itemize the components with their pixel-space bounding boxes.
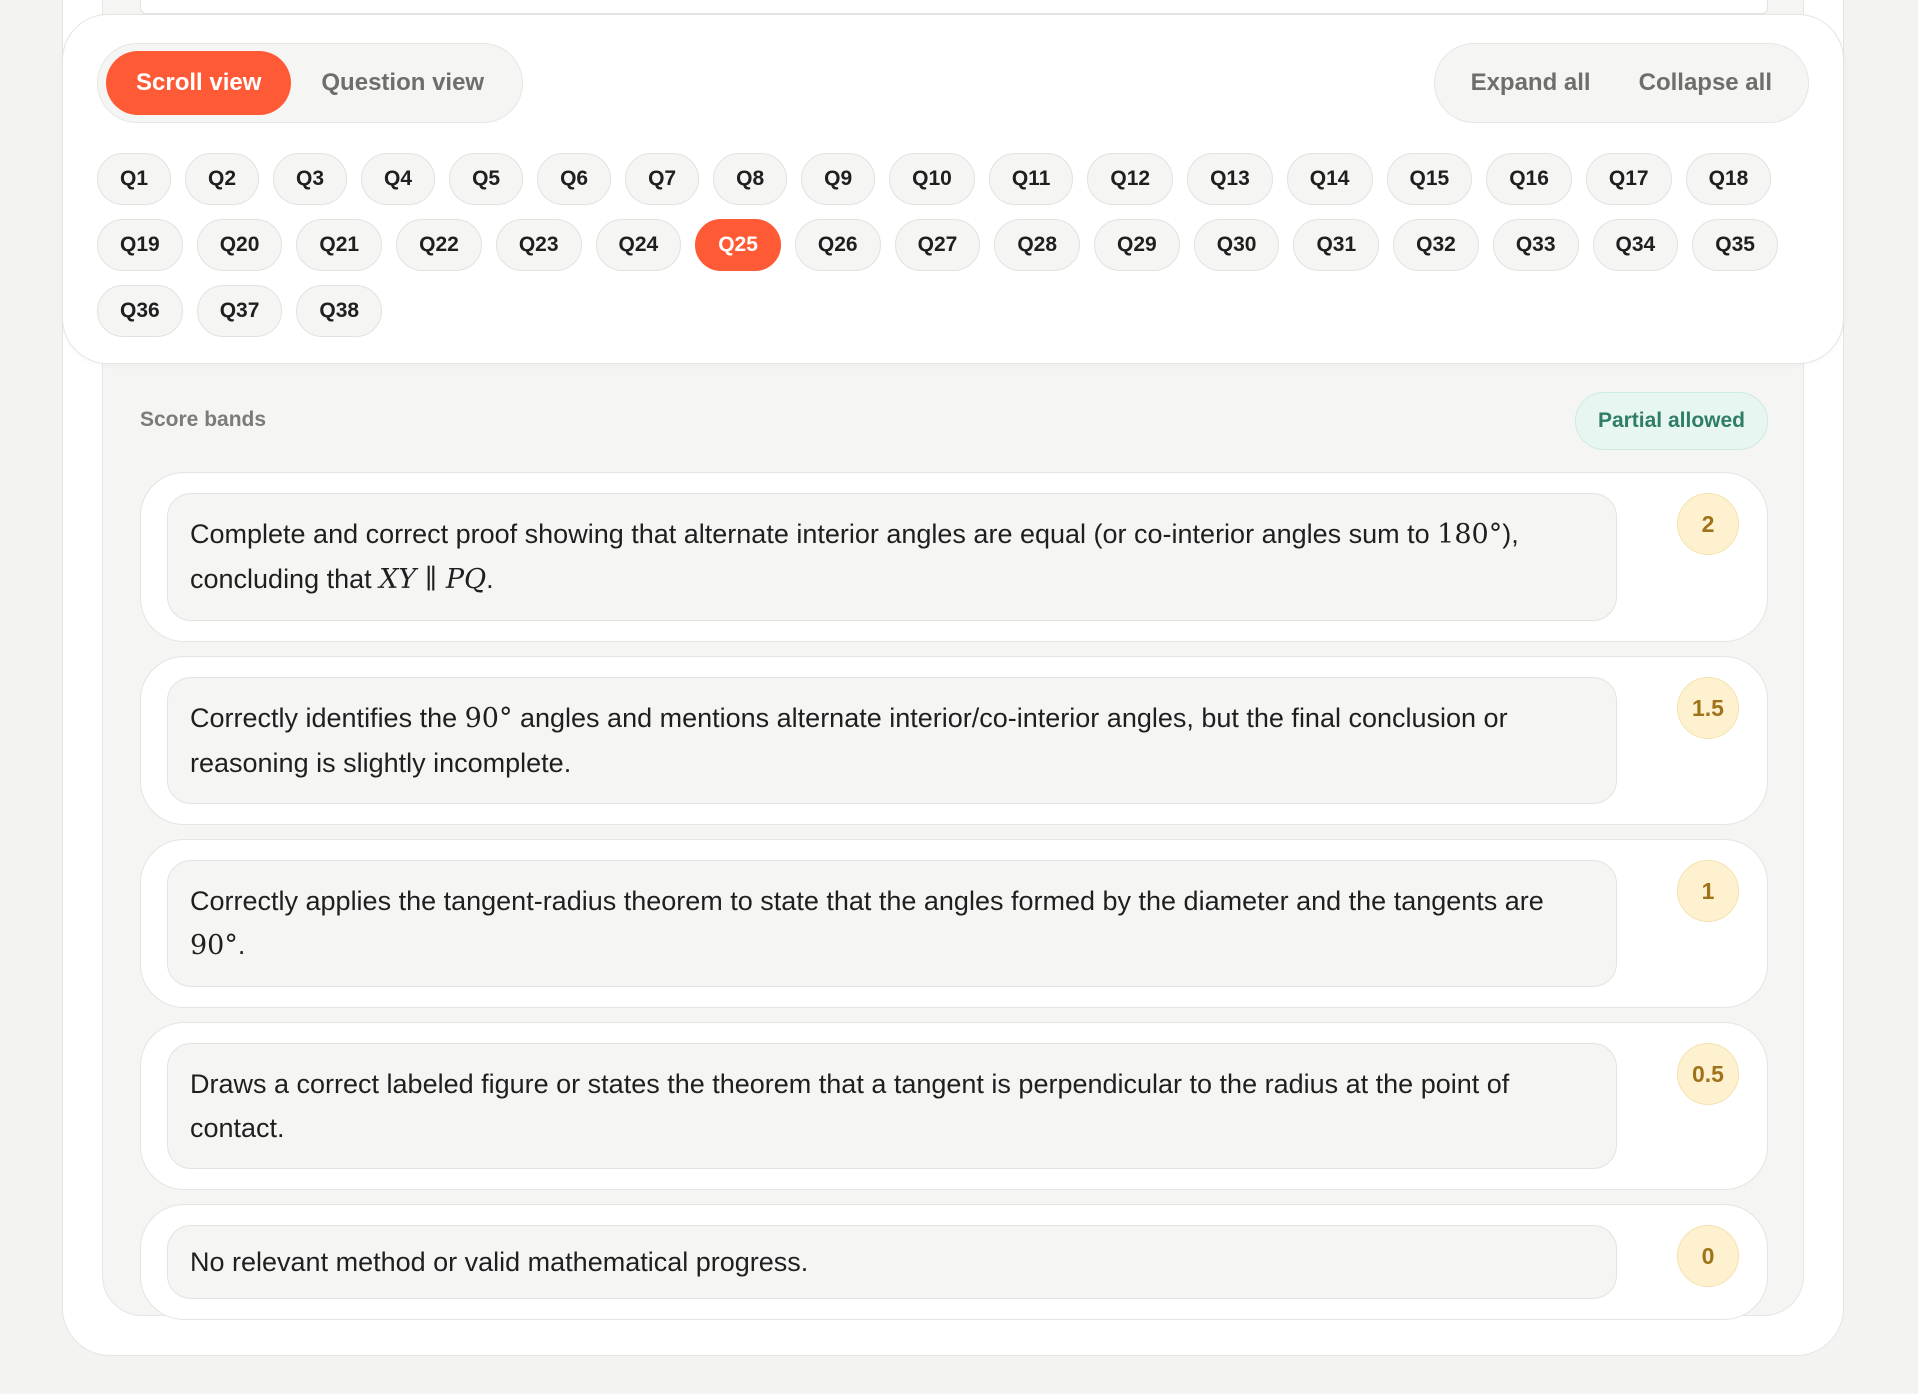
question-chip[interactable]: Q17 — [1585, 153, 1672, 205]
band-text-segment: . — [237, 930, 246, 960]
question-chip[interactable]: Q11 — [988, 153, 1074, 205]
band-text-segment: Correctly identifies the — [190, 703, 465, 733]
question-chip[interactable]: Q22 — [396, 219, 482, 271]
score-bands-label: Score bands — [140, 408, 267, 431]
score-band: Complete and correct proof showing that … — [140, 472, 1768, 642]
question-chip[interactable]: Q2 — [185, 153, 260, 205]
question-chip[interactable]: Q25 — [695, 219, 781, 271]
partial-allowed-badge: Partial allowed — [1574, 392, 1768, 450]
view-toggle: Scroll view Question view — [97, 43, 524, 123]
question-chip[interactable]: Q21 — [296, 219, 383, 271]
band-text-segment: Correctly applies the tangent-radius the… — [190, 886, 1544, 916]
question-chip[interactable]: Q36 — [97, 285, 183, 337]
question-chip[interactable]: Q18 — [1685, 153, 1772, 205]
question-chip-list: Q1 Q2 Q3 Q4 Q5 Q6 Q7 Q8 Q9 Q10 Q11 Q12 Q13 Q14 Q15 Q16 Q… — [97, 153, 1817, 337]
band-text-segment: . — [486, 564, 494, 594]
question-chip[interactable]: Q23 — [495, 219, 582, 271]
question-chip[interactable]: Q15 — [1386, 153, 1473, 205]
question-chip[interactable]: Q1 — [97, 153, 172, 205]
math-expression: 90° — [190, 930, 238, 961]
question-chip[interactable]: Q13 — [1187, 153, 1273, 205]
question-chip[interactable]: Q34 — [1592, 219, 1679, 271]
score-band: Draws a correct labeled figure or states… — [140, 1022, 1768, 1190]
question-chip[interactable]: Q19 — [97, 219, 183, 271]
score-band: Correctly identifies the 90° angles and … — [140, 656, 1768, 825]
score-band: Correctly applies the tangent-radius the… — [140, 839, 1768, 1008]
question-chip[interactable]: Q14 — [1286, 153, 1373, 205]
score-band-list: Complete and correct proof showing that … — [140, 472, 1768, 1320]
score-badge: 1 — [1677, 860, 1739, 922]
question-chip[interactable]: Q6 — [537, 153, 612, 205]
score-band: No relevant method or valid mathematical… — [140, 1204, 1768, 1320]
score-badge: 0.5 — [1677, 1043, 1739, 1105]
question-chip[interactable]: Q8 — [713, 153, 788, 205]
question-chip[interactable]: Q26 — [794, 219, 881, 271]
question-navigator: Scroll view Question view Expand all Col… — [62, 14, 1844, 364]
question-chip[interactable]: Q12 — [1087, 153, 1174, 205]
previous-content-edge — [140, 0, 1768, 14]
band-description: Complete and correct proof showing that … — [167, 493, 1617, 621]
question-chip[interactable]: Q16 — [1486, 153, 1572, 205]
question-chip[interactable]: Q33 — [1492, 219, 1579, 271]
question-chip[interactable]: Q31 — [1293, 219, 1380, 271]
expand-collapse-group: Expand all Collapse all — [1433, 43, 1809, 123]
score-badge: 0 — [1677, 1225, 1739, 1287]
question-chip[interactable]: Q5 — [449, 153, 524, 205]
expand-all-button[interactable]: Expand all — [1447, 69, 1615, 97]
score-badge: 1.5 — [1677, 677, 1739, 739]
math-expression: 180° — [1437, 519, 1503, 550]
band-text-segment: Complete and correct proof showing that … — [190, 519, 1438, 549]
question-chip[interactable]: Q37 — [196, 285, 283, 337]
question-chip[interactable]: Q4 — [361, 153, 436, 205]
band-description: No relevant method or valid mathematical… — [167, 1225, 1617, 1299]
question-chip[interactable]: Q38 — [296, 285, 383, 337]
question-chip[interactable]: Q29 — [1094, 219, 1180, 271]
question-chip[interactable]: Q24 — [595, 219, 682, 271]
band-description: Correctly applies the tangent-radius the… — [167, 860, 1617, 987]
question-chip[interactable]: Q35 — [1692, 219, 1778, 271]
collapse-all-button[interactable]: Collapse all — [1615, 69, 1796, 97]
question-chip[interactable]: Q7 — [625, 153, 700, 205]
score-badge: 2 — [1677, 493, 1739, 555]
question-chip[interactable]: Q28 — [994, 219, 1081, 271]
scroll-view-button[interactable]: Scroll view — [106, 51, 292, 115]
question-view-button[interactable]: Question view — [291, 51, 514, 115]
math-expression: XY ∥ PQ — [379, 564, 487, 595]
question-chip[interactable]: Q30 — [1193, 219, 1280, 271]
question-chip[interactable]: Q3 — [273, 153, 348, 205]
question-chip[interactable]: Q20 — [196, 219, 283, 271]
question-chip[interactable]: Q10 — [889, 153, 975, 205]
math-expression: 90° — [464, 703, 513, 734]
band-description: Correctly identifies the 90° angles and … — [167, 677, 1617, 804]
band-description: Draws a correct labeled figure or states… — [167, 1043, 1617, 1169]
question-chip[interactable]: Q27 — [894, 219, 981, 271]
question-chip[interactable]: Q9 — [801, 153, 876, 205]
question-chip[interactable]: Q32 — [1393, 219, 1479, 271]
